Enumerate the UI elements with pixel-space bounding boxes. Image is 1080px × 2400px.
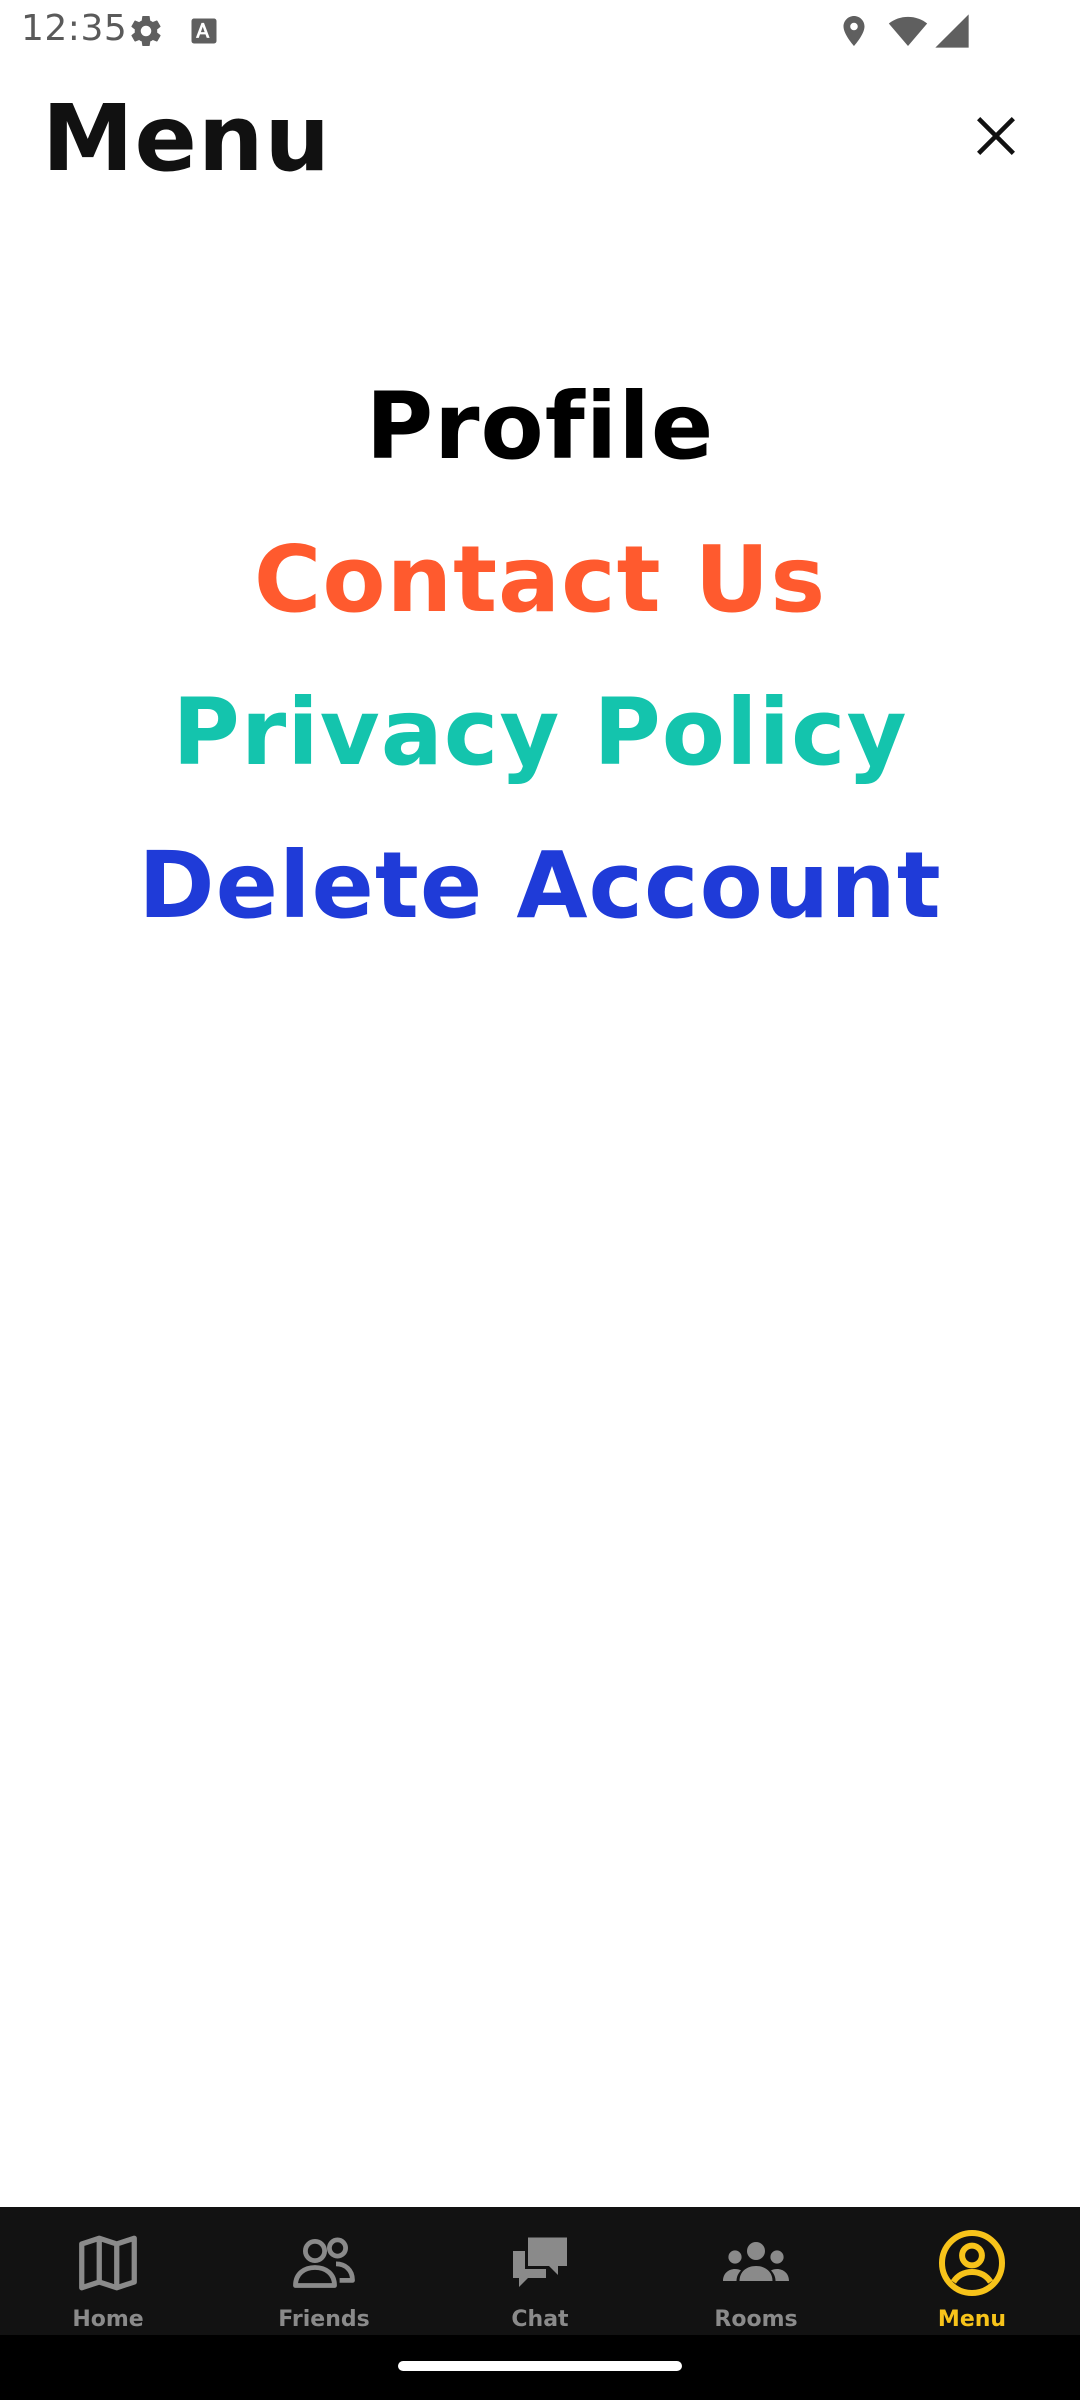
close-icon	[975, 115, 1017, 157]
a-icon	[189, 16, 219, 46]
menu-screen: 12:35 Menu Profile Contact Us Privacy Po…	[0, 0, 1080, 2400]
nav-label-chat: Chat	[511, 2307, 569, 2332]
bottom-nav: Home Friends Chat Rooms Menu	[0, 2207, 1080, 2335]
menu-item-profile[interactable]: Profile	[366, 350, 715, 503]
signal-icon	[932, 11, 972, 51]
rooms-icon	[720, 2227, 792, 2299]
chat-icon	[504, 2227, 576, 2299]
home-gesture-handle[interactable]	[398, 2361, 682, 2371]
nav-item-home[interactable]: Home	[0, 2207, 216, 2335]
nav-item-rooms[interactable]: Rooms	[648, 2207, 864, 2335]
nav-label-home: Home	[72, 2307, 144, 2332]
menu-item-delete-account[interactable]: Delete Account	[138, 809, 942, 962]
nav-label-rooms: Rooms	[714, 2307, 798, 2332]
wifi-icon	[888, 11, 928, 51]
page-title: Menu	[42, 85, 331, 192]
menu-item-privacy-policy[interactable]: Privacy Policy	[172, 656, 907, 809]
menu-item-contact-us[interactable]: Contact Us	[254, 503, 826, 656]
map-icon	[72, 2227, 144, 2299]
friends-icon	[288, 2227, 360, 2299]
menu-list: Profile Contact Us Privacy Policy Delete…	[0, 350, 1080, 962]
nav-item-chat[interactable]: Chat	[432, 2207, 648, 2335]
nav-label-menu: Menu	[937, 2307, 1007, 2332]
nav-item-friends[interactable]: Friends	[216, 2207, 432, 2335]
account-circle-icon	[936, 2227, 1008, 2299]
status-time: 12:35	[21, 8, 128, 49]
nav-label-friends: Friends	[278, 2307, 370, 2332]
settings-icon	[128, 13, 164, 49]
nav-item-menu[interactable]: Menu	[864, 2207, 1080, 2335]
close-button[interactable]	[966, 106, 1026, 166]
status-bar: 12:35	[0, 0, 1080, 62]
location-icon	[836, 13, 872, 49]
